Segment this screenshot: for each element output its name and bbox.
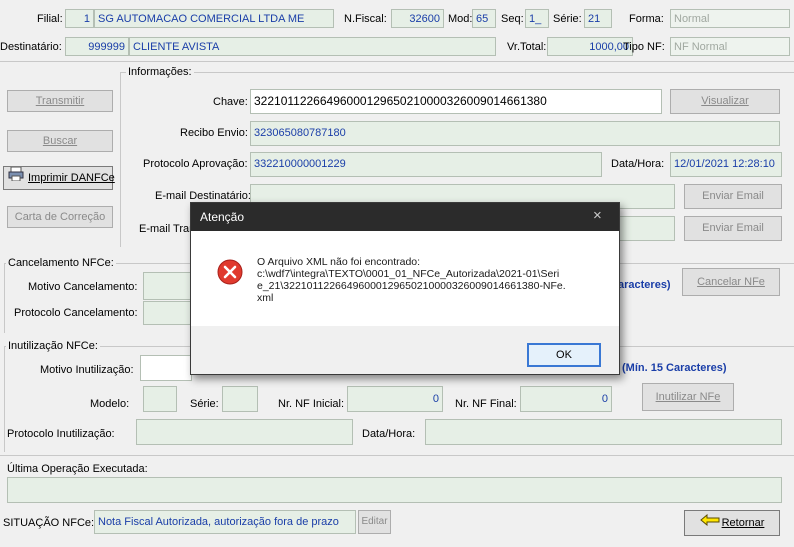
cancelar-nfe-button[interactable]: Cancelar NFe: [682, 268, 780, 296]
datahora-field[interactable]: 12/01/2021 12:28:10: [670, 152, 782, 177]
last-op-divider: [0, 455, 794, 456]
dialog-message-line1: O Arquivo XML não foi encontrado:: [257, 256, 421, 268]
chave-label: Chave:: [213, 96, 248, 108]
nf-final-label: Nr. NF Final:: [455, 398, 517, 410]
enviar-email-button-1[interactable]: Enviar Email: [684, 184, 782, 209]
recibo-field[interactable]: 323065080787180: [250, 121, 780, 146]
destinatario-name-field[interactable]: CLIENTE AVISTA: [129, 37, 496, 56]
forma-label: Forma:: [629, 13, 664, 25]
motivo-cancelamento-field[interactable]: [143, 272, 193, 300]
dialog-title: Atenção: [200, 210, 245, 224]
carta-correcao-button[interactable]: Carta de Correção: [7, 206, 113, 228]
dialog-message-line3: e_21\32210112266496000129650210000326009…: [257, 280, 566, 292]
protocolo-aprovacao-label: Protocolo Aprovação:: [143, 158, 248, 170]
printer-icon: [8, 166, 24, 189]
email-destinatario-label: E-mail Destinatário:: [155, 190, 251, 202]
header-divider: [0, 61, 794, 62]
protocolo-inutilizacao-label: Protocolo Inutilização:: [7, 428, 115, 440]
recibo-label: Recibo Envio:: [180, 127, 248, 139]
dialog-titlebar[interactable]: Atenção ×: [191, 203, 619, 231]
inutilizacao-group-label: Inutilização NFCe:: [6, 340, 100, 352]
inut-hint: (Mín. 15 Caracteres): [622, 362, 727, 374]
serie-label: Série:: [553, 13, 582, 25]
filial-label: Filial:: [37, 13, 63, 25]
arrow-left-icon: [699, 511, 720, 535]
imprimir-danfce-button[interactable]: Imprimir DANFCe: [3, 166, 115, 190]
mod-field[interactable]: 65: [472, 9, 496, 28]
cancelamento-group-label: Cancelamento NFCe:: [6, 257, 116, 269]
close-icon[interactable]: ×: [593, 207, 602, 224]
modelo-label: Modelo:: [90, 398, 130, 410]
destinatario-code-field[interactable]: 999999: [65, 37, 129, 56]
seq-field[interactable]: 1_: [525, 9, 549, 28]
inut-datahora-field[interactable]: [425, 419, 782, 445]
filial-name-field[interactable]: SG AUTOMACAO COMERCIAL LTDA ME: [94, 9, 334, 28]
situacao-label: SITUAÇÃO NFCe:: [3, 517, 95, 529]
filial-code-field[interactable]: 1: [65, 9, 94, 28]
dialog-body: O Arquivo XML não foi encontrado: c:\wdf…: [191, 231, 619, 326]
seq-label: Seq:: [501, 13, 524, 25]
inutilizar-nfe-button[interactable]: Inutilizar NFe: [642, 383, 734, 411]
tiponf-label: Tipo NF:: [623, 41, 665, 53]
last-op-field: [7, 477, 782, 503]
motivo-cancelamento-label: Motivo Cancelamento:: [28, 281, 138, 293]
datahora-label: Data/Hora:: [611, 158, 665, 170]
protocolo-cancelamento-field[interactable]: [143, 301, 193, 325]
inut-datahora-label: Data/Hora:: [362, 428, 416, 440]
serie-field[interactable]: 21: [584, 9, 612, 28]
situacao-field: Nota Fiscal Autorizada, autorização fora…: [94, 510, 356, 534]
nf-inicial-label: Nr. NF Inicial:: [278, 398, 345, 410]
chave-field[interactable]: 3221011226649600012965021000032600901466…: [250, 89, 662, 114]
inut-serie-label: Série:: [190, 398, 219, 410]
nfiscal-field[interactable]: 32600: [391, 9, 444, 28]
vrtotal-label: Vr.Total:: [507, 41, 547, 53]
editar-button[interactable]: Editar: [358, 510, 391, 534]
dialog-message-line4: xml: [257, 292, 274, 304]
attention-dialog: Atenção × O Arquivo XML não foi encontra…: [190, 202, 620, 375]
nfiscal-label: N.Fiscal:: [344, 13, 387, 25]
vrtotal-field[interactable]: 1000,00: [547, 37, 633, 56]
nf-inicial-field[interactable]: 0: [347, 386, 443, 412]
cancel-hint: aracteres): [618, 279, 671, 291]
dialog-footer: OK: [191, 326, 619, 374]
protocolo-aprovacao-field[interactable]: 332210000001229: [250, 152, 602, 177]
transmitir-button[interactable]: Transmitir: [7, 90, 113, 112]
protocolo-inutilizacao-field[interactable]: [136, 419, 353, 445]
error-icon: [217, 259, 243, 288]
enviar-email-button-2[interactable]: Enviar Email: [684, 216, 782, 241]
mod-label: Mod:: [448, 13, 473, 25]
nf-final-field[interactable]: 0: [520, 386, 612, 412]
informacoes-group-label: Informações:: [126, 66, 194, 78]
destinatario-label: Destinatário:: [0, 41, 62, 53]
visualizar-button[interactable]: Visualizar: [670, 89, 780, 114]
email-transportador-label: E-mail Tran: [139, 223, 196, 235]
modelo-field[interactable]: [143, 386, 177, 412]
tiponf-select[interactable]: NF Normal: [670, 37, 790, 56]
protocolo-cancelamento-label: Protocolo Cancelamento:: [14, 307, 138, 319]
inut-serie-field[interactable]: [222, 386, 258, 412]
last-op-label: Última Operação Executada:: [7, 463, 148, 475]
forma-select[interactable]: Normal: [670, 9, 790, 28]
dialog-message-line2: c:\wdf7\integra\TEXTO\0001_01_NFCe_Autor…: [257, 268, 560, 280]
buscar-button[interactable]: Buscar: [7, 130, 113, 152]
ok-button[interactable]: OK: [527, 343, 601, 367]
retornar-button[interactable]: Retornar: [684, 510, 780, 536]
motivo-inutilizacao-field[interactable]: [140, 355, 192, 381]
motivo-inutilizacao-label: Motivo Inutilização:: [40, 364, 134, 376]
